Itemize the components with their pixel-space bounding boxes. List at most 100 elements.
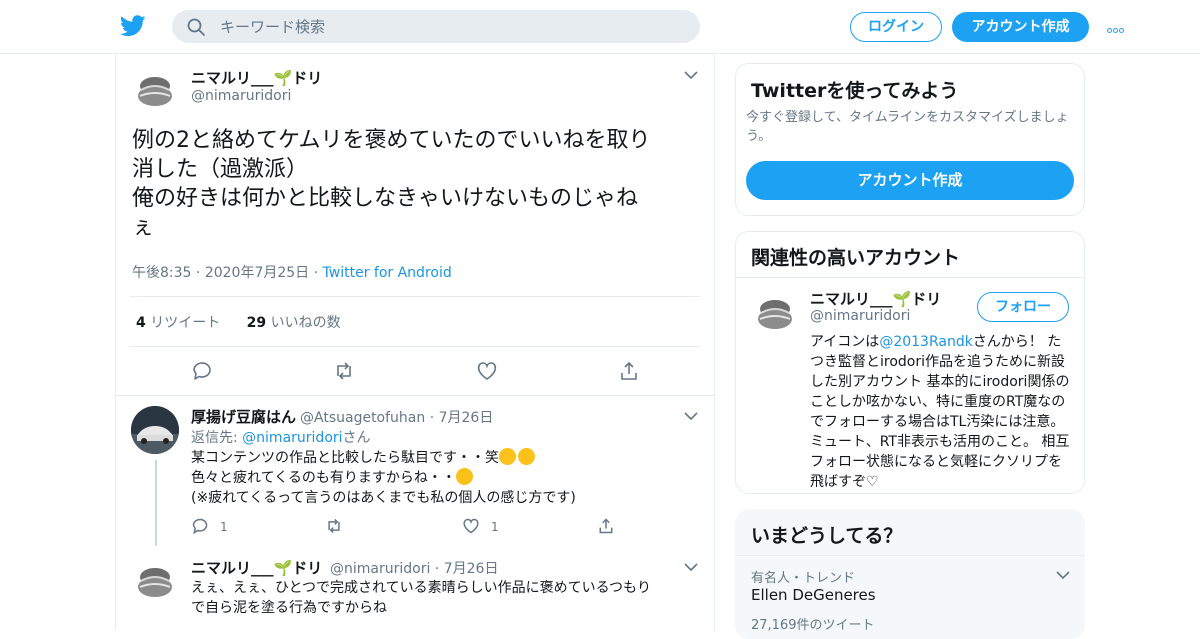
search-box[interactable] [172, 10, 700, 43]
reply-text-line: で自ら泥を塗る行為ですからね [191, 600, 387, 616]
reply-text: えぇ、えぇ、ひとつで完成されている素晴らしい作品に褒めているつもり で自ら泥を塗… [191, 578, 701, 618]
tweet-source-link[interactable]: Twitter for Android [323, 265, 452, 281]
login-button[interactable]: ログイン [850, 12, 942, 42]
related-account-bio: アイコンは@2013Randkさんから！ たつき監督とirodori作品を追うた… [810, 332, 1074, 492]
chevron-down-icon[interactable] [684, 562, 698, 572]
chevron-down-icon[interactable] [684, 411, 698, 421]
reply-icon[interactable] [191, 360, 213, 382]
reply-author-name[interactable]: 厚揚げ豆腐はん [191, 406, 296, 427]
trend-category: 有名人・トレンド [751, 571, 856, 586]
retweet-icon[interactable] [325, 517, 343, 535]
reply-to-handle-link[interactable]: @nimaruridori [242, 430, 342, 446]
reply-tweet[interactable]: ニマルリ___🌱ドリ @nimaruridori · 7月26日 えぇ、えぇ、ひ… [116, 545, 714, 630]
sprout-emoji-icon: 🌱 [273, 69, 293, 87]
retweet-count: 4 [136, 315, 146, 331]
sprout-emoji-icon: 🌱 [273, 559, 293, 577]
reply-to-suffix: さん [342, 430, 371, 446]
chevron-down-icon[interactable] [684, 70, 698, 80]
display-name-suffix: ドリ [292, 559, 323, 577]
reply-count: 1 [220, 520, 228, 534]
trends-card: いまどうしてる？ 有名人・トレンド Ellen DeGeneres 27,169… [735, 509, 1085, 639]
reply-text-line: 某コンテンツの作品と比較したら駄目です・・笑 [191, 450, 499, 466]
user-avatar[interactable] [131, 66, 179, 114]
reply-author-handle[interactable]: @nimaruridori · 7月26日 [330, 558, 498, 578]
related-account-avatar[interactable] [751, 289, 799, 337]
trend-tweet-count: 27,169件のツイート [751, 618, 875, 633]
bio-text: さんから！ たつき監督とirodori作品を追うために新設した別アカウント 基本… [810, 334, 1070, 490]
card-title: いまどうしてる？ [751, 525, 903, 547]
like-heart-icon[interactable] [476, 360, 498, 382]
reply-to-line: 返信先: @nimaruridoriさん [191, 427, 371, 447]
reply-text-line: 色々と疲れてくるのも有りますからね・・ [191, 470, 456, 486]
bio-mention-link[interactable]: @2013Randk [879, 334, 973, 350]
retweet-icon[interactable] [333, 360, 355, 382]
tweet-text-line: ぇ [132, 215, 155, 240]
signup-button[interactable]: アカウント作成 [952, 12, 1089, 42]
follow-button[interactable]: フォロー [977, 292, 1069, 322]
trend-topic[interactable]: Ellen DeGeneres [751, 586, 876, 604]
share-icon[interactable] [618, 360, 640, 382]
card-description: 今すぐ登録して、タイムラインをカスタマイズしましょう。 [746, 110, 1069, 144]
reply-date[interactable]: 7月26日 [439, 410, 494, 426]
reply-date[interactable]: 7月26日 [444, 561, 499, 577]
top-navigation-bar: ログイン アカウント作成 [0, 0, 1200, 54]
reply-avatar[interactable] [131, 557, 179, 605]
reply-text-line: (※疲れてくるって言うのはあくまでも私の個人の感じ方です) [191, 490, 576, 506]
tweet-author-handle[interactable]: @nimaruridori [191, 88, 291, 104]
reply-author-name[interactable]: ニマルリ___🌱ドリ [191, 557, 322, 578]
like-label: いいねの数 [270, 315, 341, 331]
like-heart-icon[interactable] [462, 517, 480, 535]
tweet-text-line: 例の2と絡めてケムリを褒めていたのでいいねを取り [132, 128, 651, 153]
display-name-text: ニマルリ___ [810, 290, 893, 308]
reply-text: 某コンテンツの作品と比較したら駄目です・・笑 色々と疲れてくるのも有りますからね… [191, 448, 576, 508]
retweet-label: リツイート [150, 315, 221, 331]
card-title: Twitterを使ってみよう [751, 80, 959, 102]
tweet-stats: 4 リツイート 29 いいねの数 [136, 312, 341, 332]
reply-author-handle[interactable]: @Atsuagetofuhan · 7月26日 [300, 407, 493, 427]
car-avatar-image [131, 406, 179, 454]
search-icon [187, 18, 205, 36]
sleeping-face-emoji-icon [455, 468, 473, 485]
tweet-text-line: 俺の好きは何かと比較しなきゃいけないものじゃね [132, 186, 639, 211]
reply-to-prefix: 返信先: [191, 430, 238, 446]
divider [736, 555, 1084, 556]
tweet-metadata: 午後8:35 · 2020年7月25日 · Twitter for Androi… [132, 265, 452, 281]
like-count: 29 [246, 315, 267, 331]
reply-handle-text: @Atsuagetofuhan [300, 410, 426, 426]
display-name-text: ニマルリ___ [191, 559, 274, 577]
tweet-date[interactable]: 2020年7月25日 [205, 265, 309, 281]
thread-connector [155, 460, 157, 546]
share-icon[interactable] [597, 517, 615, 535]
reply-avatar[interactable] [131, 406, 179, 454]
tweet-text-line: 消した（過激派） [132, 157, 309, 182]
display-name-suffix: ドリ [292, 69, 323, 87]
tweet-author-name[interactable]: ニマルリ___🌱ドリ [191, 67, 322, 88]
reply-tweet[interactable]: 厚揚げ豆腐はん @Atsuagetofuhan · 7月26日 返信先: @ni… [116, 395, 714, 546]
chevron-down-icon[interactable] [1056, 570, 1070, 580]
main-timeline-column: ニマルリ___🌱ドリ @nimaruridori 例の2と絡めてケムリを褒めてい… [115, 54, 715, 630]
twitter-bird-icon[interactable] [120, 14, 146, 38]
sprout-emoji-icon: 🌱 [892, 290, 912, 308]
create-account-button[interactable]: アカウント作成 [746, 161, 1074, 200]
reply-icon[interactable] [191, 517, 209, 535]
relieved-face-emoji-icon [499, 448, 516, 465]
related-account-name[interactable]: ニマルリ___🌱ドリ [810, 288, 941, 309]
like-count: 1 [491, 520, 499, 534]
related-account-handle[interactable]: @nimaruridori [810, 308, 910, 324]
search-input[interactable] [220, 10, 680, 43]
bio-prefix: アイコンは [810, 334, 880, 350]
try-twitter-card: Twitterを使ってみよう 今すぐ登録して、タイムラインをカスタマイズしましょ… [735, 63, 1085, 216]
more-options-icon[interactable] [1107, 18, 1129, 34]
display-name-suffix: ドリ [911, 290, 942, 308]
avatar-image [131, 557, 179, 605]
card-title: 関連性の高いアカウント [751, 247, 961, 269]
display-name-text: ニマルリ___ [191, 69, 274, 87]
tweet-time[interactable]: 午後8:35 [132, 265, 191, 281]
related-accounts-card: 関連性の高いアカウント ニマルリ___🌱ドリ @nimaruridori フォロ… [735, 231, 1085, 494]
divider [736, 277, 1084, 278]
retweet-stat[interactable]: 4 リツイート [136, 315, 220, 331]
sweat-smile-emoji-icon [518, 448, 535, 465]
like-stat[interactable]: 29 いいねの数 [247, 315, 341, 331]
reply-text-line: えぇ、えぇ、ひとつで完成されている素晴らしい作品に褒めているつもり [191, 580, 652, 596]
divider [130, 296, 700, 297]
